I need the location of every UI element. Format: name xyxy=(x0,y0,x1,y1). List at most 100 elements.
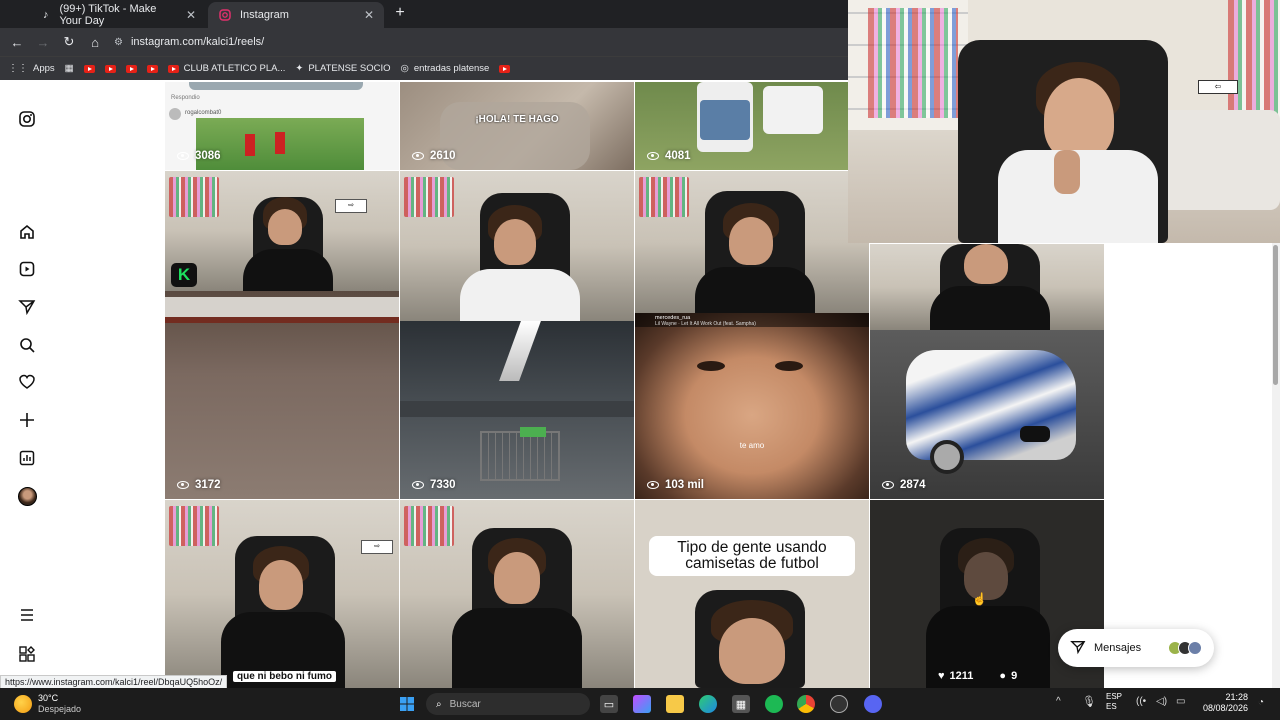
bookmark-youtube-2[interactable] xyxy=(104,64,116,73)
tile-caption: te amo xyxy=(739,441,765,450)
bookmark-label: Apps xyxy=(33,63,55,74)
tiktok-icon: ♪ xyxy=(42,9,49,21)
view-count-text: 3086 xyxy=(195,150,221,162)
volume-icon[interactable]: ◁) xyxy=(1156,696,1167,707)
bookmark-youtube-5[interactable] xyxy=(499,64,511,73)
reel-tile[interactable]: ⇨ K 3172 xyxy=(165,171,399,499)
clock[interactable]: 21:28 08/08/2026 xyxy=(1200,692,1248,714)
eye-icon xyxy=(412,481,424,489)
comment-count-text: 9 xyxy=(1011,670,1018,682)
search-label: Buscar xyxy=(449,698,481,710)
windows-taskbar: 30°C Despejado ⌕ Buscar ▭ ▦ ^ 🎙 ESP ES ((•… xyxy=(0,688,1280,720)
insights-icon[interactable] xyxy=(16,447,38,469)
discord-icon[interactable] xyxy=(864,695,882,713)
home-icon[interactable]: ⌂ xyxy=(82,29,108,55)
notification-bell-icon[interactable]: ◔ xyxy=(1258,697,1264,708)
youtube-icon xyxy=(146,64,158,73)
view-count: 2874 xyxy=(882,479,926,491)
instagram-logo-icon[interactable] xyxy=(16,108,38,130)
task-view-icon[interactable]: ▭ xyxy=(600,695,618,713)
tab-title: Instagram xyxy=(240,9,289,21)
scrollbar-thumb[interactable] xyxy=(1273,245,1278,385)
reel-tile[interactable]: ⇨ que ni bebo ni fumo xyxy=(165,500,399,688)
youtube-icon xyxy=(104,64,116,73)
search-icon[interactable] xyxy=(16,334,38,356)
back-icon[interactable]: ← xyxy=(4,29,30,55)
close-tab-icon[interactable]: ✕ xyxy=(364,8,374,22)
comment-count: ● 9 xyxy=(999,670,1017,682)
heart-icon: ♥ xyxy=(938,670,945,682)
bookmark-tab-groups[interactable]: ▦ xyxy=(65,63,74,74)
tab-tiktok[interactable]: ♪ (99+) TikTok - Make Your Day ✕ xyxy=(30,2,206,28)
tile-caption: que ni bebo ni fumo xyxy=(233,671,336,682)
store-icon[interactable]: ▦ xyxy=(732,695,750,713)
tile-caption: Tipo de gente usando camisetas de futbol xyxy=(649,536,855,576)
clock-date: 08/08/2026 xyxy=(1202,703,1248,713)
reels-icon[interactable] xyxy=(16,258,38,280)
site-settings-icon[interactable]: ⚙ xyxy=(114,37,123,48)
club-crest-icon: ✦ xyxy=(295,63,304,74)
weather-temp[interactable]: 30°C xyxy=(38,693,58,703)
view-count: 4081 xyxy=(647,150,691,162)
spotify-icon[interactable] xyxy=(765,695,783,713)
like-count-text: 1211 xyxy=(949,670,974,682)
reel-tile[interactable]: 4081 xyxy=(635,82,849,170)
tab-instagram[interactable]: Instagram ✕ xyxy=(208,2,384,28)
tab-title: (99+) TikTok - Make Your Day xyxy=(59,3,157,27)
view-count: 103 mil xyxy=(647,479,704,491)
reel-tile[interactable]: Tipo de gente usando camisetas de futbol xyxy=(635,500,869,688)
avatar xyxy=(1188,641,1202,655)
address-bar-row: ← → ↻ ⌂ ⚙ instagram.com/kalci1/reels/ xyxy=(0,28,850,56)
search-icon: ⌕ xyxy=(436,698,442,710)
reel-tile[interactable] xyxy=(400,500,634,688)
reel-tile[interactable]: Respondio rogalcombat0 3086 xyxy=(165,82,399,170)
view-count: 7330 xyxy=(412,479,456,491)
like-count: ♥ 1211 xyxy=(938,670,973,682)
file-explorer-icon[interactable] xyxy=(666,695,684,713)
tray-chevron-icon[interactable]: ^ xyxy=(1056,696,1061,707)
youtube-icon xyxy=(125,64,137,73)
bookmark-socio[interactable]: ✦ PLATENSE SOCIO xyxy=(295,63,390,74)
obs-icon[interactable] xyxy=(830,695,848,713)
eye-icon xyxy=(882,481,894,489)
forward-icon[interactable]: → xyxy=(30,29,56,55)
wifi-icon[interactable]: ((• xyxy=(1136,696,1146,707)
url-field[interactable]: ⚙ instagram.com/kalci1/reels/ xyxy=(114,31,264,53)
also-from-meta-icon[interactable] xyxy=(16,643,38,665)
tile-caption: Lil Wayne · Let It All Work Out (feat. S… xyxy=(655,321,756,327)
create-plus-icon[interactable] xyxy=(16,409,38,431)
microphone-icon[interactable]: 🎙 xyxy=(1082,695,1096,708)
messages-button[interactable]: Mensajes xyxy=(1058,629,1214,667)
view-count: 3172 xyxy=(177,479,221,491)
profile-avatar-icon[interactable] xyxy=(16,485,38,507)
heart-icon[interactable] xyxy=(16,371,38,393)
reel-tile[interactable]: 2874 xyxy=(870,244,1104,499)
reel-tile[interactable]: ¡HOLA! TE HAGO 2610 xyxy=(400,82,634,170)
bookmark-club[interactable]: CLUB ATLETICO PLA... xyxy=(167,63,285,74)
new-tab-button[interactable]: + xyxy=(390,4,410,24)
taskbar-search[interactable]: ⌕ Buscar xyxy=(426,693,590,715)
copilot-icon[interactable] xyxy=(633,695,651,713)
direct-send-icon[interactable] xyxy=(16,296,38,318)
home-icon[interactable] xyxy=(16,221,38,243)
reload-icon[interactable]: ↻ xyxy=(56,29,82,55)
chrome-icon[interactable] xyxy=(797,695,815,713)
close-tab-icon[interactable]: ✕ xyxy=(186,8,196,22)
bookmark-youtube-4[interactable] xyxy=(146,64,158,73)
reel-tile[interactable]: 7330 xyxy=(400,171,634,499)
menu-icon[interactable] xyxy=(16,604,38,626)
language-indicator[interactable]: ESP ES xyxy=(1106,692,1122,712)
direct-send-icon xyxy=(1070,639,1086,658)
bookmark-youtube-1[interactable] xyxy=(83,64,95,73)
bookmark-entradas[interactable]: ◎ entradas platense xyxy=(401,63,490,74)
bookmark-youtube-3[interactable] xyxy=(125,64,137,73)
edge-icon[interactable] xyxy=(699,695,717,713)
reel-tile[interactable]: mercedes_rua Lil Wayne · Let It All Work… xyxy=(635,171,869,499)
windows-start-icon[interactable] xyxy=(398,695,416,713)
instagram-sidebar xyxy=(0,80,56,690)
bookmark-label: entradas platense xyxy=(413,63,490,74)
view-count-text: 103 mil xyxy=(665,479,704,491)
webcam-overlay: ⇦ xyxy=(848,0,1280,243)
battery-icon[interactable]: ▭ xyxy=(1176,696,1185,707)
bookmark-apps[interactable]: ⋮⋮ Apps xyxy=(8,63,55,74)
